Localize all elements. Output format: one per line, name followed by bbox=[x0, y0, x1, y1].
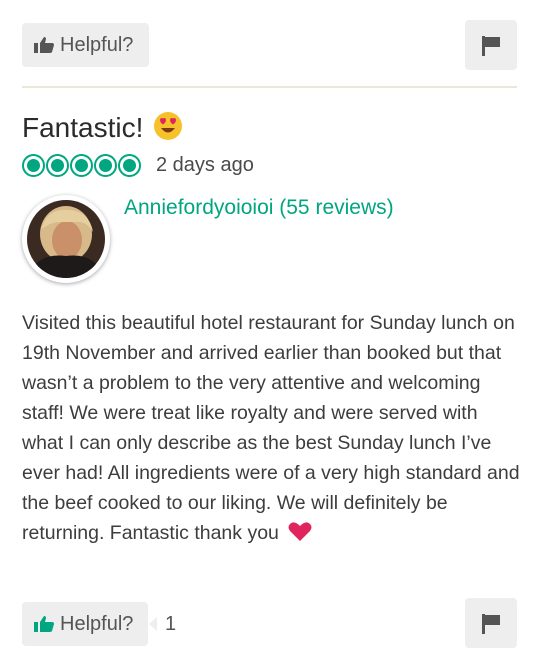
report-flag-button[interactable] bbox=[465, 598, 517, 648]
heart-eyes-emoji-icon bbox=[153, 111, 183, 146]
thumbs-up-icon bbox=[34, 37, 54, 53]
author-link[interactable]: Anniefordyoioioi (55 reviews) bbox=[124, 196, 394, 220]
rating-row: 2 days ago bbox=[22, 152, 254, 178]
red-heart-icon bbox=[288, 520, 312, 550]
report-flag-button[interactable] bbox=[465, 20, 517, 70]
avatar-photo bbox=[27, 200, 105, 278]
avatar[interactable] bbox=[22, 195, 110, 283]
review-title: Fantastic! bbox=[22, 112, 144, 143]
helpful-button[interactable]: Helpful? bbox=[22, 602, 148, 646]
flag-icon bbox=[480, 34, 502, 56]
helpful-count: 1 bbox=[149, 604, 185, 644]
helpful-label: Helpful? bbox=[60, 612, 134, 635]
rating-bubble-icon bbox=[94, 153, 117, 177]
rating-bubble-icon bbox=[22, 153, 45, 177]
review-date: 2 days ago bbox=[156, 153, 254, 176]
helpful-button[interactable]: Helpful? bbox=[22, 23, 149, 67]
helpful-count-value: 1 bbox=[157, 604, 185, 644]
thumbs-up-icon bbox=[34, 616, 54, 632]
rating-bubble-icon bbox=[118, 153, 141, 177]
review-text: Visited this beautiful hotel restaurant … bbox=[22, 308, 522, 550]
review-divider bbox=[22, 86, 517, 88]
count-arrow bbox=[149, 617, 157, 631]
review-title-row: Fantastic! bbox=[22, 108, 183, 148]
helpful-label: Helpful? bbox=[60, 33, 134, 56]
review-body-text: Visited this beautiful hotel restaurant … bbox=[22, 312, 520, 544]
rating-bubble-icon bbox=[46, 153, 69, 177]
review-card: Helpful? Fantastic! 2 days ago Annieford… bbox=[0, 0, 539, 652]
bubble-rating bbox=[22, 153, 142, 177]
rating-bubble-icon bbox=[70, 153, 93, 177]
flag-icon bbox=[480, 612, 502, 634]
